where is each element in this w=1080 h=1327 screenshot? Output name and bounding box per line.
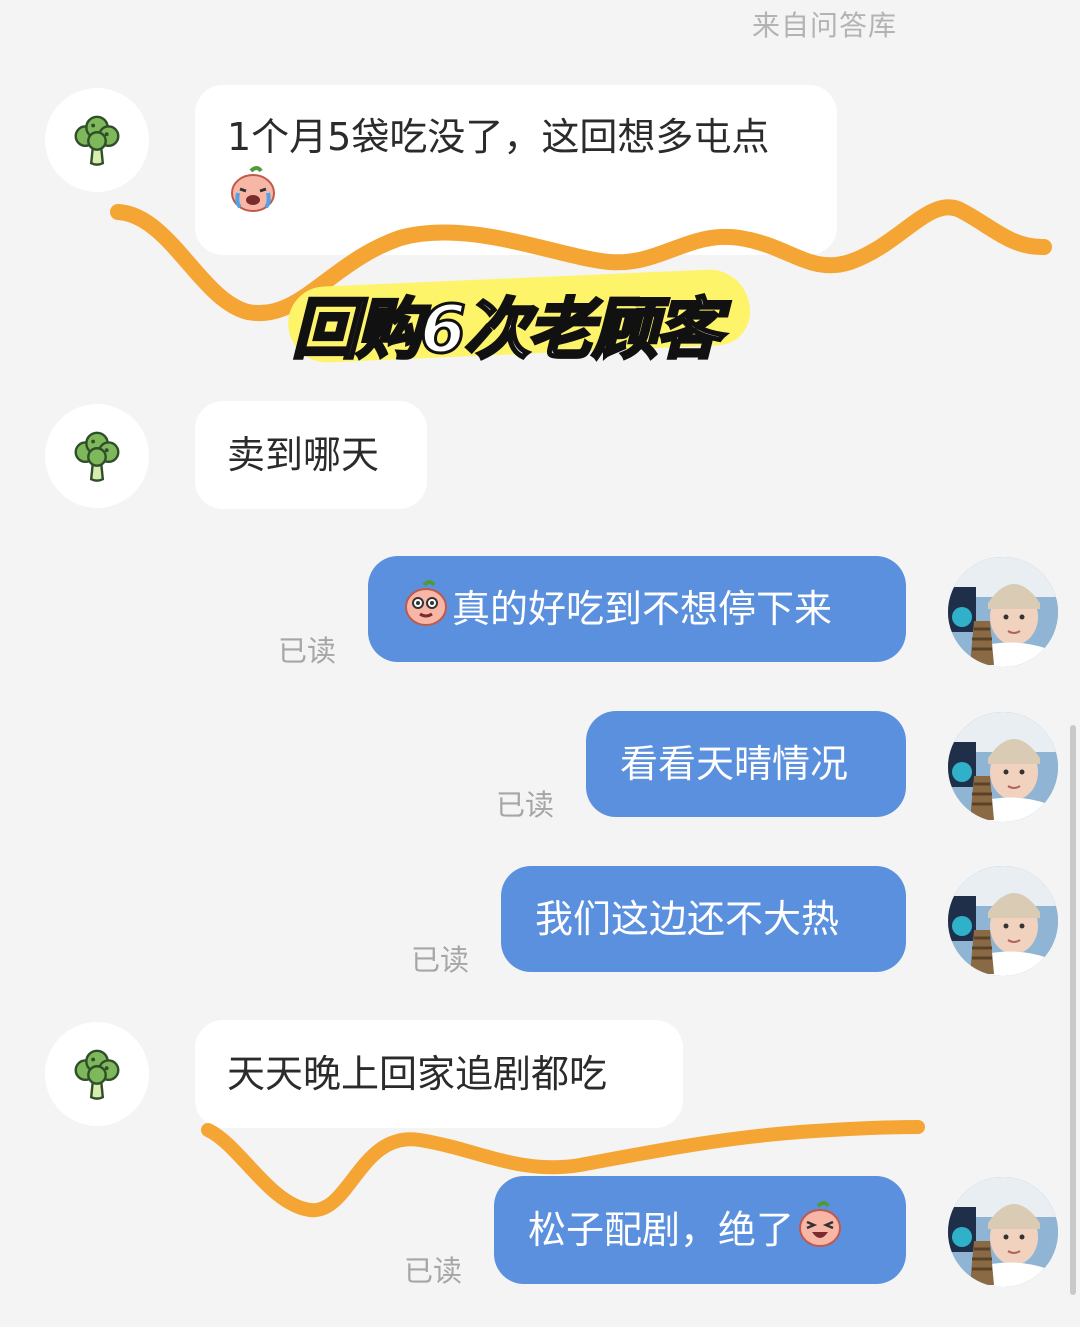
- seller-avatar[interactable]: [948, 866, 1058, 976]
- outgoing-message-bubble[interactable]: 我们这边还不大热: [501, 866, 906, 972]
- overlay-caption: 回购6次老顾客: [278, 267, 758, 370]
- user-photo: [948, 1177, 1058, 1287]
- message-text: 松子配剧，绝了: [528, 1208, 795, 1252]
- incoming-message-bubble[interactable]: 天天晚上回家追剧都吃: [195, 1020, 683, 1128]
- outgoing-message-bubble[interactable]: 真的好吃到不想停下来: [368, 556, 906, 662]
- caption-text: 回购6次老顾客: [291, 290, 724, 370]
- read-status: 已读: [496, 788, 555, 822]
- message-text: 真的好吃到不想停下来: [452, 587, 833, 631]
- message-text: 卖到哪天: [227, 433, 380, 477]
- source-label: 来自问答库: [752, 9, 898, 42]
- message-text: 看看天晴情况: [620, 742, 849, 786]
- incoming-message-bubble[interactable]: 1个月5袋吃没了，这回想多屯点: [195, 85, 837, 255]
- customer-avatar[interactable]: [45, 1022, 149, 1126]
- user-photo: [948, 712, 1058, 822]
- broccoli-icon: [74, 115, 120, 166]
- incoming-message-bubble[interactable]: 卖到哪天: [195, 401, 427, 509]
- laughing-peach-emoji: [796, 1200, 844, 1261]
- read-status: 已读: [404, 1254, 463, 1288]
- message-text: 我们这边还不大热: [535, 897, 840, 941]
- read-status: 已读: [411, 943, 470, 977]
- chat-screen: 来自问答库 1个月5袋吃没了，这回想多屯点 卖到哪天 已读 真的好吃到不想停下来…: [0, 0, 1080, 1327]
- user-photo: [948, 866, 1058, 976]
- broccoli-icon: [74, 431, 120, 482]
- seller-avatar[interactable]: [948, 557, 1058, 667]
- broccoli-icon: [74, 1049, 120, 1100]
- message-text: 天天晚上回家追剧都吃: [227, 1052, 608, 1096]
- customer-avatar[interactable]: [45, 88, 149, 192]
- customer-avatar[interactable]: [45, 404, 149, 508]
- user-photo: [948, 557, 1058, 667]
- outgoing-message-bubble[interactable]: 看看天晴情况: [586, 711, 906, 817]
- seller-avatar[interactable]: [948, 1177, 1058, 1287]
- message-text: 1个月5袋吃没了，这回想多屯点: [227, 115, 770, 159]
- outgoing-message-bubble[interactable]: 松子配剧，绝了: [494, 1176, 906, 1284]
- peach-emoji: [402, 579, 450, 640]
- seller-avatar[interactable]: [948, 712, 1058, 822]
- read-status: 已读: [278, 634, 337, 668]
- crying-peach-emoji: [227, 163, 279, 228]
- scrollbar[interactable]: [1070, 725, 1076, 1295]
